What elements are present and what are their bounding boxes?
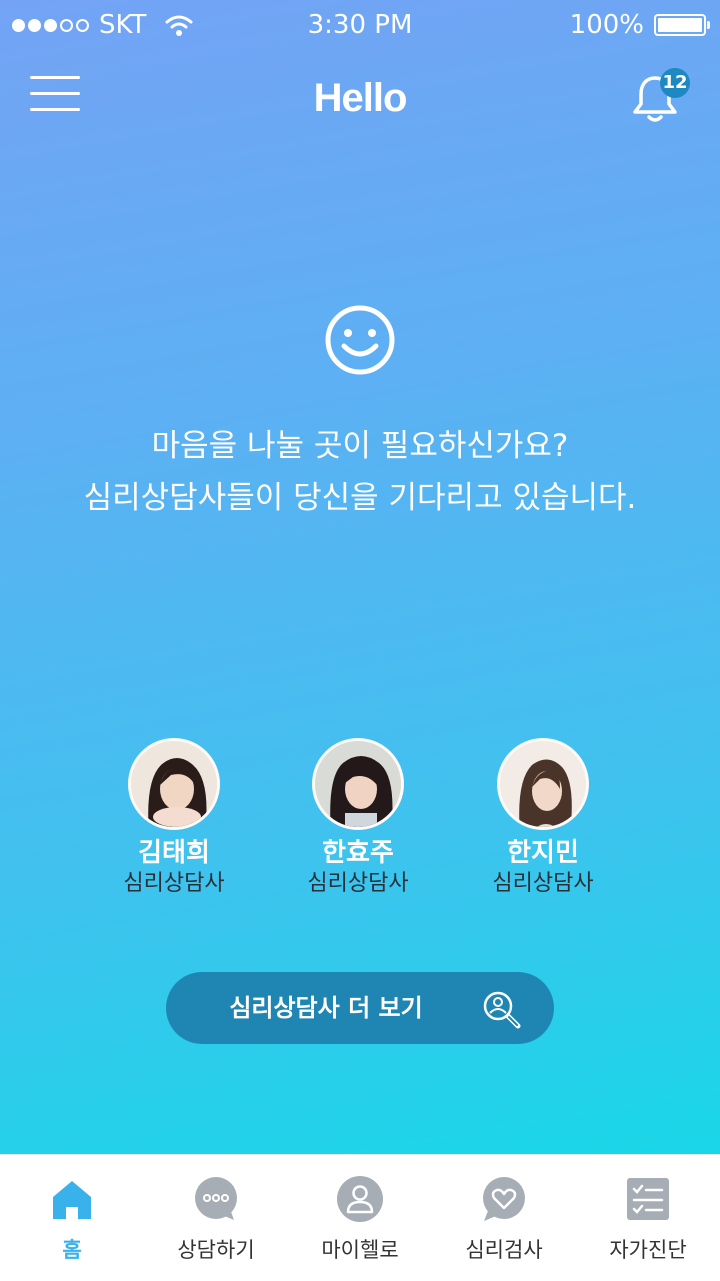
- tab-self-diagnosis[interactable]: 자가진단: [576, 1155, 720, 1281]
- avatar: [128, 738, 220, 830]
- smiley-icon: [325, 305, 395, 375]
- counselor-card[interactable]: 한지민 심리상담사: [443, 738, 643, 898]
- tab-home[interactable]: 홈: [0, 1155, 144, 1281]
- counselor-card[interactable]: 한효주 심리상담사: [258, 738, 458, 898]
- battery-icon: [654, 14, 710, 36]
- counselor-card[interactable]: 김태희 심리상담사: [74, 738, 274, 898]
- notification-badge: 12: [660, 68, 690, 98]
- search-person-icon: [483, 991, 521, 1029]
- tab-label: 마이헬로: [321, 1238, 399, 1262]
- status-right: 100%: [569, 10, 710, 40]
- message-line-1: 마음을 나눌 곳이 필요하신가요?: [151, 428, 569, 464]
- counselor-name: 김태희: [138, 838, 210, 868]
- tab-psych-test[interactable]: 심리검사: [432, 1155, 576, 1281]
- tab-counseling[interactable]: 상담하기: [144, 1155, 288, 1281]
- app-logo: Hello: [313, 76, 408, 120]
- see-more-label: 심리상담사 더 보기: [229, 994, 423, 1022]
- counselor-name: 한지민: [507, 838, 579, 868]
- status-bar: SKT 3:30 PM 100%: [0, 0, 720, 52]
- tab-label: 자가진단: [609, 1238, 687, 1262]
- avatar: [497, 738, 589, 830]
- message-line-2: 심리상담사들이 당신을 기다리고 있습니다.: [83, 480, 637, 516]
- app-header: Hello: [0, 60, 720, 140]
- counselor-role: 심리상담사: [307, 871, 409, 896]
- tab-label: 심리검사: [465, 1238, 543, 1262]
- battery-percent: 100%: [569, 10, 644, 40]
- counselor-name: 한효주: [322, 838, 394, 868]
- avatar: [312, 738, 404, 830]
- tab-label: 홈: [62, 1238, 82, 1262]
- heart-bubble-icon: [483, 1177, 525, 1221]
- counselor-role: 심리상담사: [492, 871, 594, 896]
- welcome-message: 마음을 나눌 곳이 필요하신가요? 심리상담사들이 당신을 기다리고 있습니다.: [0, 420, 720, 524]
- home-icon: [53, 1181, 91, 1219]
- home-screen: SKT 3:30 PM 100% Hello 12 마음을 나눌 곳이 필요하신…: [0, 0, 720, 1154]
- chat-bubble-icon: [195, 1177, 237, 1220]
- counselor-role: 심리상담사: [123, 871, 225, 896]
- user-icon: [337, 1176, 383, 1222]
- tab-my-hello[interactable]: 마이헬로: [288, 1155, 432, 1281]
- tab-label: 상담하기: [177, 1238, 255, 1262]
- bottom-tab-bar: 홈 상담하기 마이헬로 심리검사 자가진단: [0, 1154, 720, 1281]
- checklist-icon: [627, 1178, 669, 1220]
